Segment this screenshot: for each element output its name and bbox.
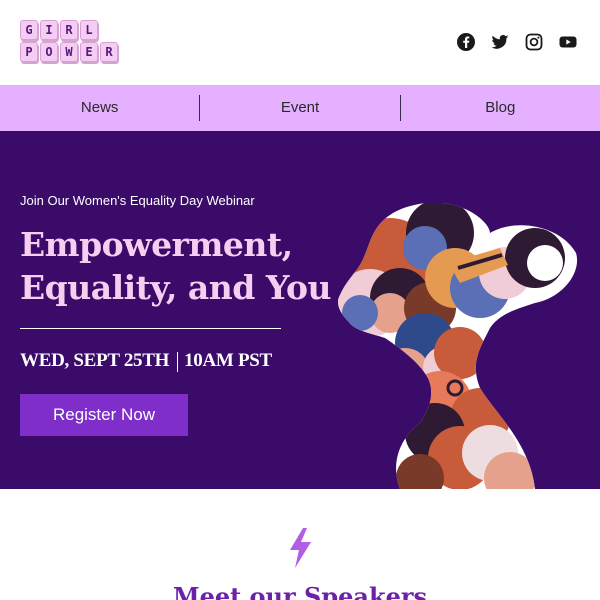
hero-kicker: Join Our Women's Equality Day Webinar [20, 193, 255, 208]
date-separator [177, 351, 179, 372]
register-now-button[interactable]: Register Now [20, 394, 188, 436]
lightning-bolt-icon [290, 528, 311, 568]
logo-tile: G [20, 20, 38, 40]
hero-banner: Join Our Women's Equality Day Webinar Em… [0, 131, 600, 489]
email-header: G I R L P O W E R [0, 0, 600, 85]
logo-tile: R [100, 42, 118, 62]
speakers-heading: Meet our Speakers [173, 582, 427, 600]
twitter-icon[interactable] [490, 32, 510, 52]
women-illustration [337, 203, 578, 489]
logo-tile: L [80, 20, 98, 40]
facebook-icon[interactable] [456, 32, 476, 52]
headline-line-1: Empowerment, [20, 225, 293, 264]
logo-tile: R [60, 20, 78, 40]
logo-row-1: G I R L [20, 20, 118, 40]
nav-item-event[interactable]: Event [200, 85, 399, 131]
social-links [456, 32, 578, 52]
event-datetime: WED, SEPT 25TH 10AM PST [20, 350, 272, 372]
nav-item-blog[interactable]: Blog [401, 85, 600, 131]
logo-tile: W [60, 42, 78, 62]
event-time: 10AM PST [184, 350, 272, 371]
headline-line-2: Equality, and You [20, 268, 332, 307]
event-date: WED, SEPT 25TH [20, 350, 170, 371]
instagram-icon[interactable] [524, 32, 544, 52]
logo-tile: P [20, 42, 38, 62]
logo-tile: O [40, 42, 58, 62]
main-nav: News Event Blog [0, 85, 600, 131]
nav-item-news[interactable]: News [0, 85, 199, 131]
logo-tile: I [40, 20, 58, 40]
logo-row-2: P O W E R [20, 42, 118, 62]
girl-power-logo[interactable]: G I R L P O W E R [20, 20, 118, 64]
youtube-icon[interactable] [558, 32, 578, 52]
logo-tile: E [80, 42, 98, 62]
hero-headline: Empowerment, Equality, and You [20, 223, 332, 309]
hero-divider [20, 328, 281, 329]
